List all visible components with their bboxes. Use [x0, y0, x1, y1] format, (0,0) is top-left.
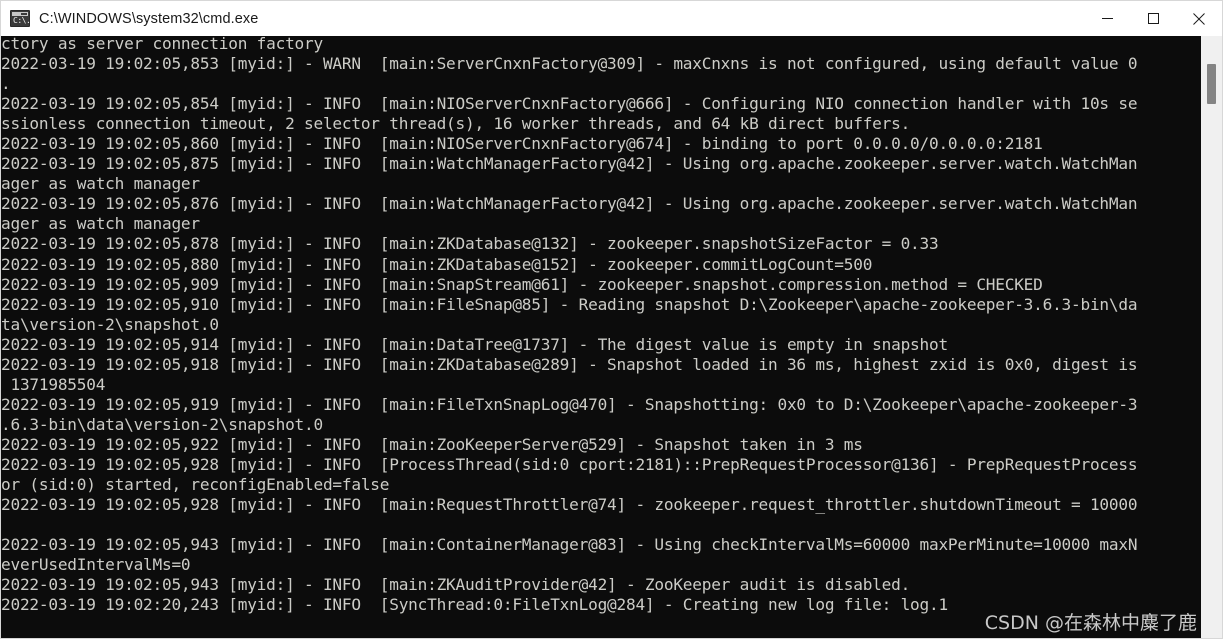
- minimize-button[interactable]: [1084, 1, 1130, 36]
- window-controls: [1084, 1, 1222, 36]
- maximize-button[interactable]: [1130, 1, 1176, 36]
- cmd-icon: C:\.: [10, 10, 31, 27]
- console-output-area[interactable]: ctory as server connection factory 2022-…: [0, 36, 1223, 639]
- cmd-window: C:\. C:\WINDOWS\system32\cmd.exe ctory a…: [0, 0, 1223, 639]
- cmd-icon-prompt-glyph: C:\.: [13, 16, 31, 25]
- window-title: C:\WINDOWS\system32\cmd.exe: [39, 10, 259, 27]
- console-log-text: ctory as server connection factory 2022-…: [1, 36, 1138, 615]
- close-icon: [1193, 12, 1205, 25]
- close-button[interactable]: [1176, 1, 1222, 36]
- maximize-icon: [1147, 13, 1159, 24]
- minimize-icon: [1101, 18, 1113, 19]
- vertical-scrollbar[interactable]: [1201, 36, 1223, 639]
- title-bar[interactable]: C:\. C:\WINDOWS\system32\cmd.exe: [0, 0, 1223, 36]
- scrollbar-thumb[interactable]: [1207, 64, 1216, 104]
